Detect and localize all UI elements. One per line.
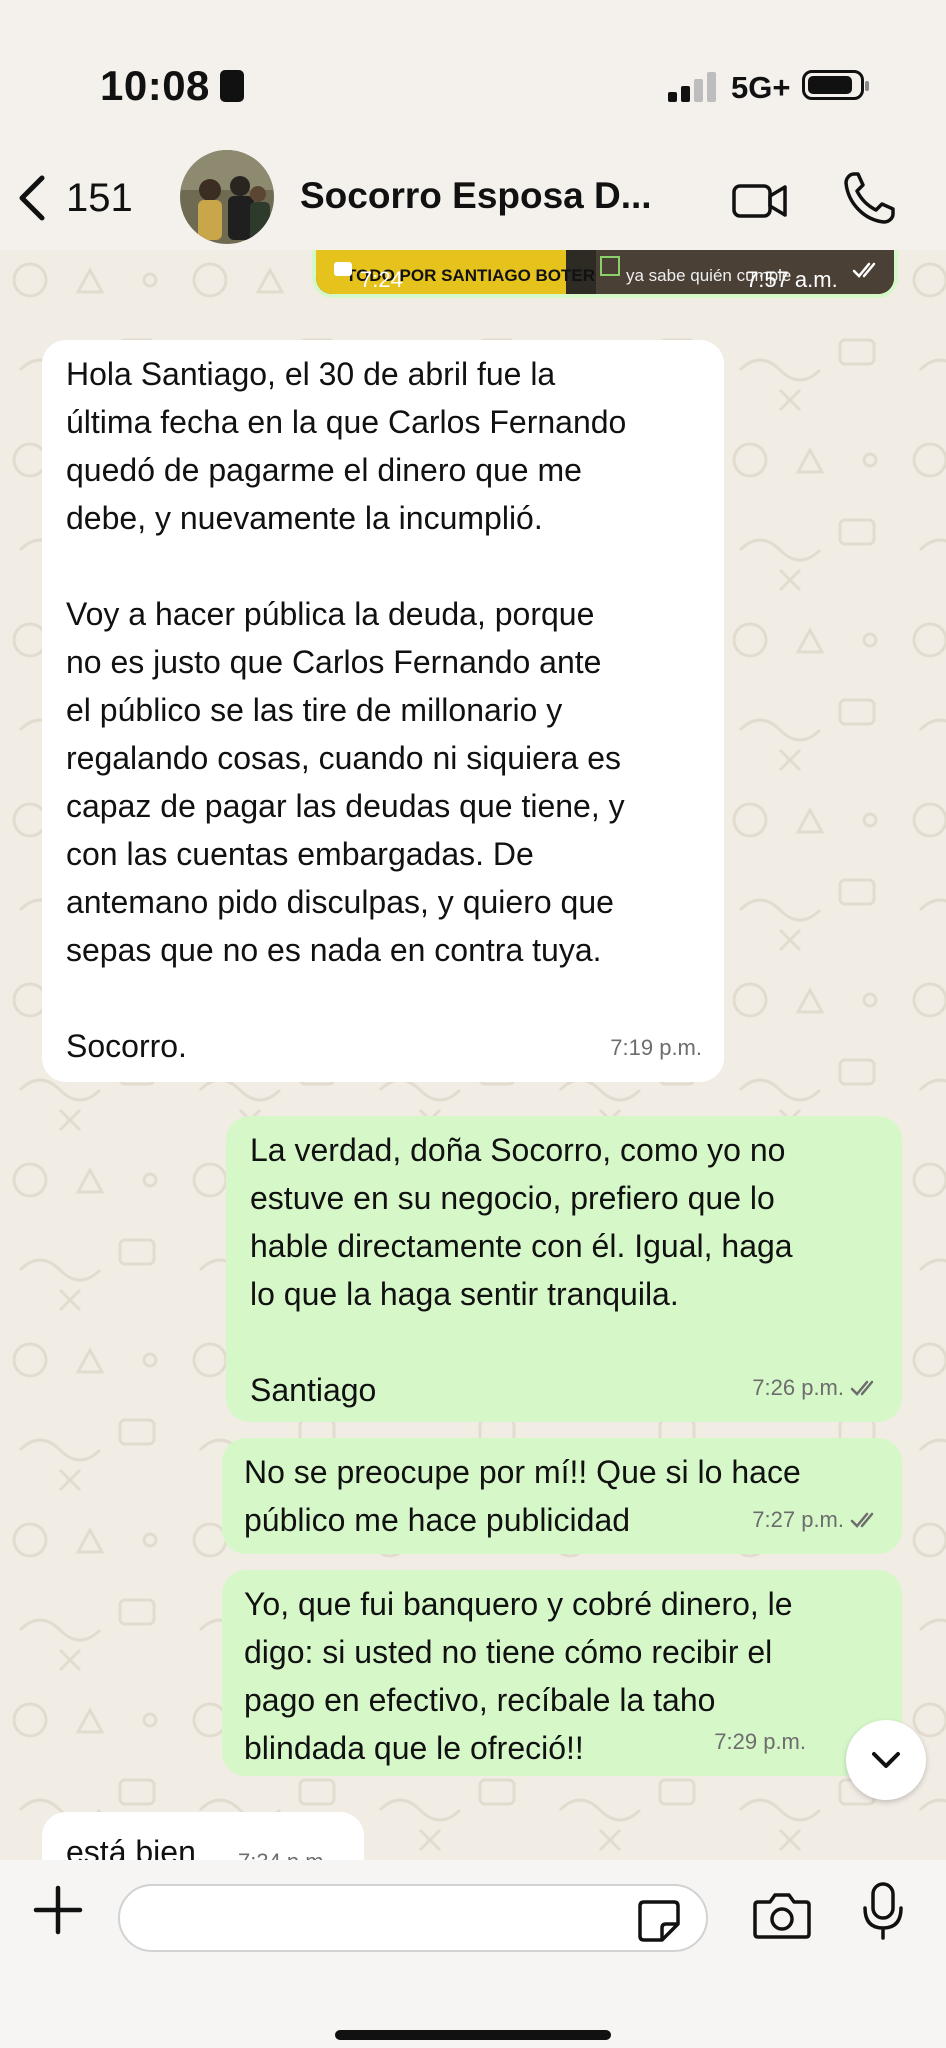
double-check-icon (850, 1380, 874, 1396)
phone-icon[interactable] (840, 168, 898, 228)
back-button[interactable]: 151 (14, 170, 133, 226)
chat-header: 151 Socorro Esposa D... (0, 150, 946, 250)
status-time: 10:08 (100, 62, 210, 109)
message-outgoing[interactable]: Yo, que fui banquero y cobré dinero, le … (222, 1570, 902, 1776)
avatar-image (180, 150, 274, 244)
message-text: Hola Santiago, el 30 de abril fue la últ… (66, 356, 627, 1064)
message-incoming[interactable]: está bien 7:34 p.m. (42, 1812, 364, 1860)
message-meta: 7:19 p.m. (610, 1024, 702, 1072)
message-incoming[interactable]: Hola Santiago, el 30 de abril fue la últ… (42, 340, 724, 1082)
message-meta: 7:27 p.m. (752, 1496, 880, 1544)
video-camera-icon[interactable] (730, 170, 790, 230)
message-time: 7:29 p.m. (714, 1729, 806, 1754)
avatar[interactable] (180, 150, 274, 244)
message-image[interactable]: TODO POR SANTIAGO BOTERO ya sabe quién c… (312, 250, 898, 298)
video-duration: 7:24 (360, 267, 403, 292)
message-list[interactable]: TODO POR SANTIAGO BOTERO ya sabe quién c… (0, 250, 946, 1860)
message-meta: 7:26 p.m. (752, 1364, 880, 1412)
sim-card-icon (220, 70, 244, 102)
signal-strength-icon (668, 72, 716, 102)
message-outgoing[interactable]: La verdad, doña Socorro, como yo no estu… (226, 1116, 902, 1422)
battery-icon (802, 70, 869, 100)
chevron-down-icon (872, 1752, 900, 1768)
plus-icon[interactable] (30, 1882, 86, 1938)
chevron-left-icon (19, 175, 45, 221)
message-time: 7:26 p.m. (752, 1375, 844, 1400)
video-icon (334, 262, 352, 276)
double-check-icon (850, 1512, 874, 1528)
message-text: está bien (66, 1834, 196, 1860)
message-time: 7:19 p.m. (610, 1035, 702, 1060)
camera-icon[interactable] (752, 1890, 812, 1940)
sticker-icon[interactable] (636, 1898, 682, 1944)
check-box-icon (600, 256, 620, 276)
message-meta: 7:29 p.m. (714, 1718, 806, 1766)
scroll-to-bottom-button[interactable] (846, 1720, 926, 1800)
network-type: 5G+ (731, 70, 791, 105)
home-indicator (335, 2030, 611, 2040)
message-composer (0, 1860, 946, 2048)
message-outgoing[interactable]: No se preocupe por mí!! Que si lo hace p… (222, 1438, 902, 1554)
microphone-icon[interactable] (858, 1880, 908, 1944)
image-thumbnail: TODO POR SANTIAGO BOTERO ya sabe quién c… (316, 250, 894, 294)
double-check-icon (852, 262, 876, 278)
contact-name[interactable]: Socorro Esposa D... (300, 175, 652, 217)
status-bar: 10:08 5G+ (0, 0, 946, 150)
message-time: 7:34 p.m. (238, 1838, 330, 1860)
message-time: 7:27 p.m. (752, 1507, 844, 1532)
image-time: 7:57 a.m. (746, 267, 838, 292)
unread-count: 151 (66, 175, 133, 220)
message-input[interactable] (118, 1884, 708, 1952)
